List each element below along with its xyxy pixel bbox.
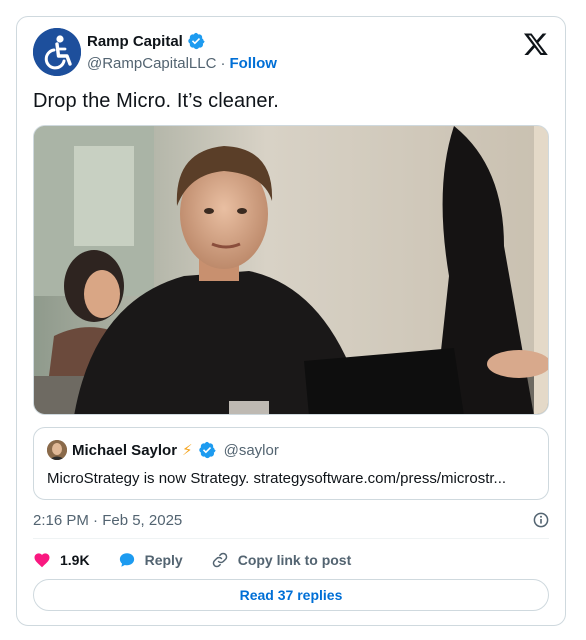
lightning-bolt-emoji: ⚡	[182, 442, 193, 459]
read-replies-button[interactable]: Read 37 replies	[33, 579, 549, 611]
embedded-tweet-card: Ramp Capital @RampCapitalLLC · Follow Dr…	[16, 16, 566, 626]
x-logo-icon[interactable]	[523, 31, 549, 57]
reply-button[interactable]: Reply	[118, 551, 183, 569]
reply-label: Reply	[144, 552, 183, 568]
verified-badge-icon	[198, 441, 216, 459]
quoted-tweet[interactable]: Michael Saylor ⚡ @saylor MicroStrategy i…	[33, 427, 549, 500]
wheelchair-accessibility-icon	[33, 28, 81, 76]
author-avatar[interactable]	[33, 28, 81, 76]
info-icon[interactable]	[533, 512, 549, 528]
separator-dot: ·	[220, 55, 226, 72]
copy-link-button[interactable]: Copy link to post	[211, 551, 352, 569]
avatar-photo	[47, 440, 67, 460]
follow-button[interactable]: Follow	[229, 55, 277, 72]
author-name-row: Ramp Capital	[87, 32, 205, 50]
quoted-author-name: Michael Saylor	[72, 441, 178, 459]
tweet-timestamp[interactable]: 2:16 PM · Feb 5, 2025	[33, 512, 182, 529]
quoted-author-handle: @saylor	[223, 441, 279, 459]
tweet-text: Drop the Micro. It’s cleaner.	[33, 90, 279, 112]
like-button[interactable]: 1.9K	[33, 551, 90, 569]
divider	[33, 538, 549, 539]
copy-link-label: Copy link to post	[237, 552, 352, 568]
link-icon	[212, 552, 227, 568]
quoted-tweet-header: Michael Saylor ⚡ @saylor	[47, 440, 279, 460]
verified-badge-icon	[188, 32, 205, 50]
quoted-tweet-text: MicroStrategy is now Strategy. strategys…	[47, 470, 507, 487]
author-handle-row: @RampCapitalLLC · Follow	[87, 55, 277, 72]
tweet-media-photo[interactable]	[33, 125, 549, 415]
reply-bubble-icon	[119, 553, 134, 567]
like-count: 1.9K	[60, 552, 90, 568]
tweet-actions: 1.9K Reply Copy link to post	[33, 550, 379, 570]
quoted-author-avatar	[47, 440, 67, 460]
author-handle[interactable]: @RampCapitalLLC	[87, 55, 216, 72]
heart-icon	[34, 553, 50, 568]
photo-image	[34, 126, 548, 414]
author-display-name[interactable]: Ramp Capital	[87, 33, 183, 50]
